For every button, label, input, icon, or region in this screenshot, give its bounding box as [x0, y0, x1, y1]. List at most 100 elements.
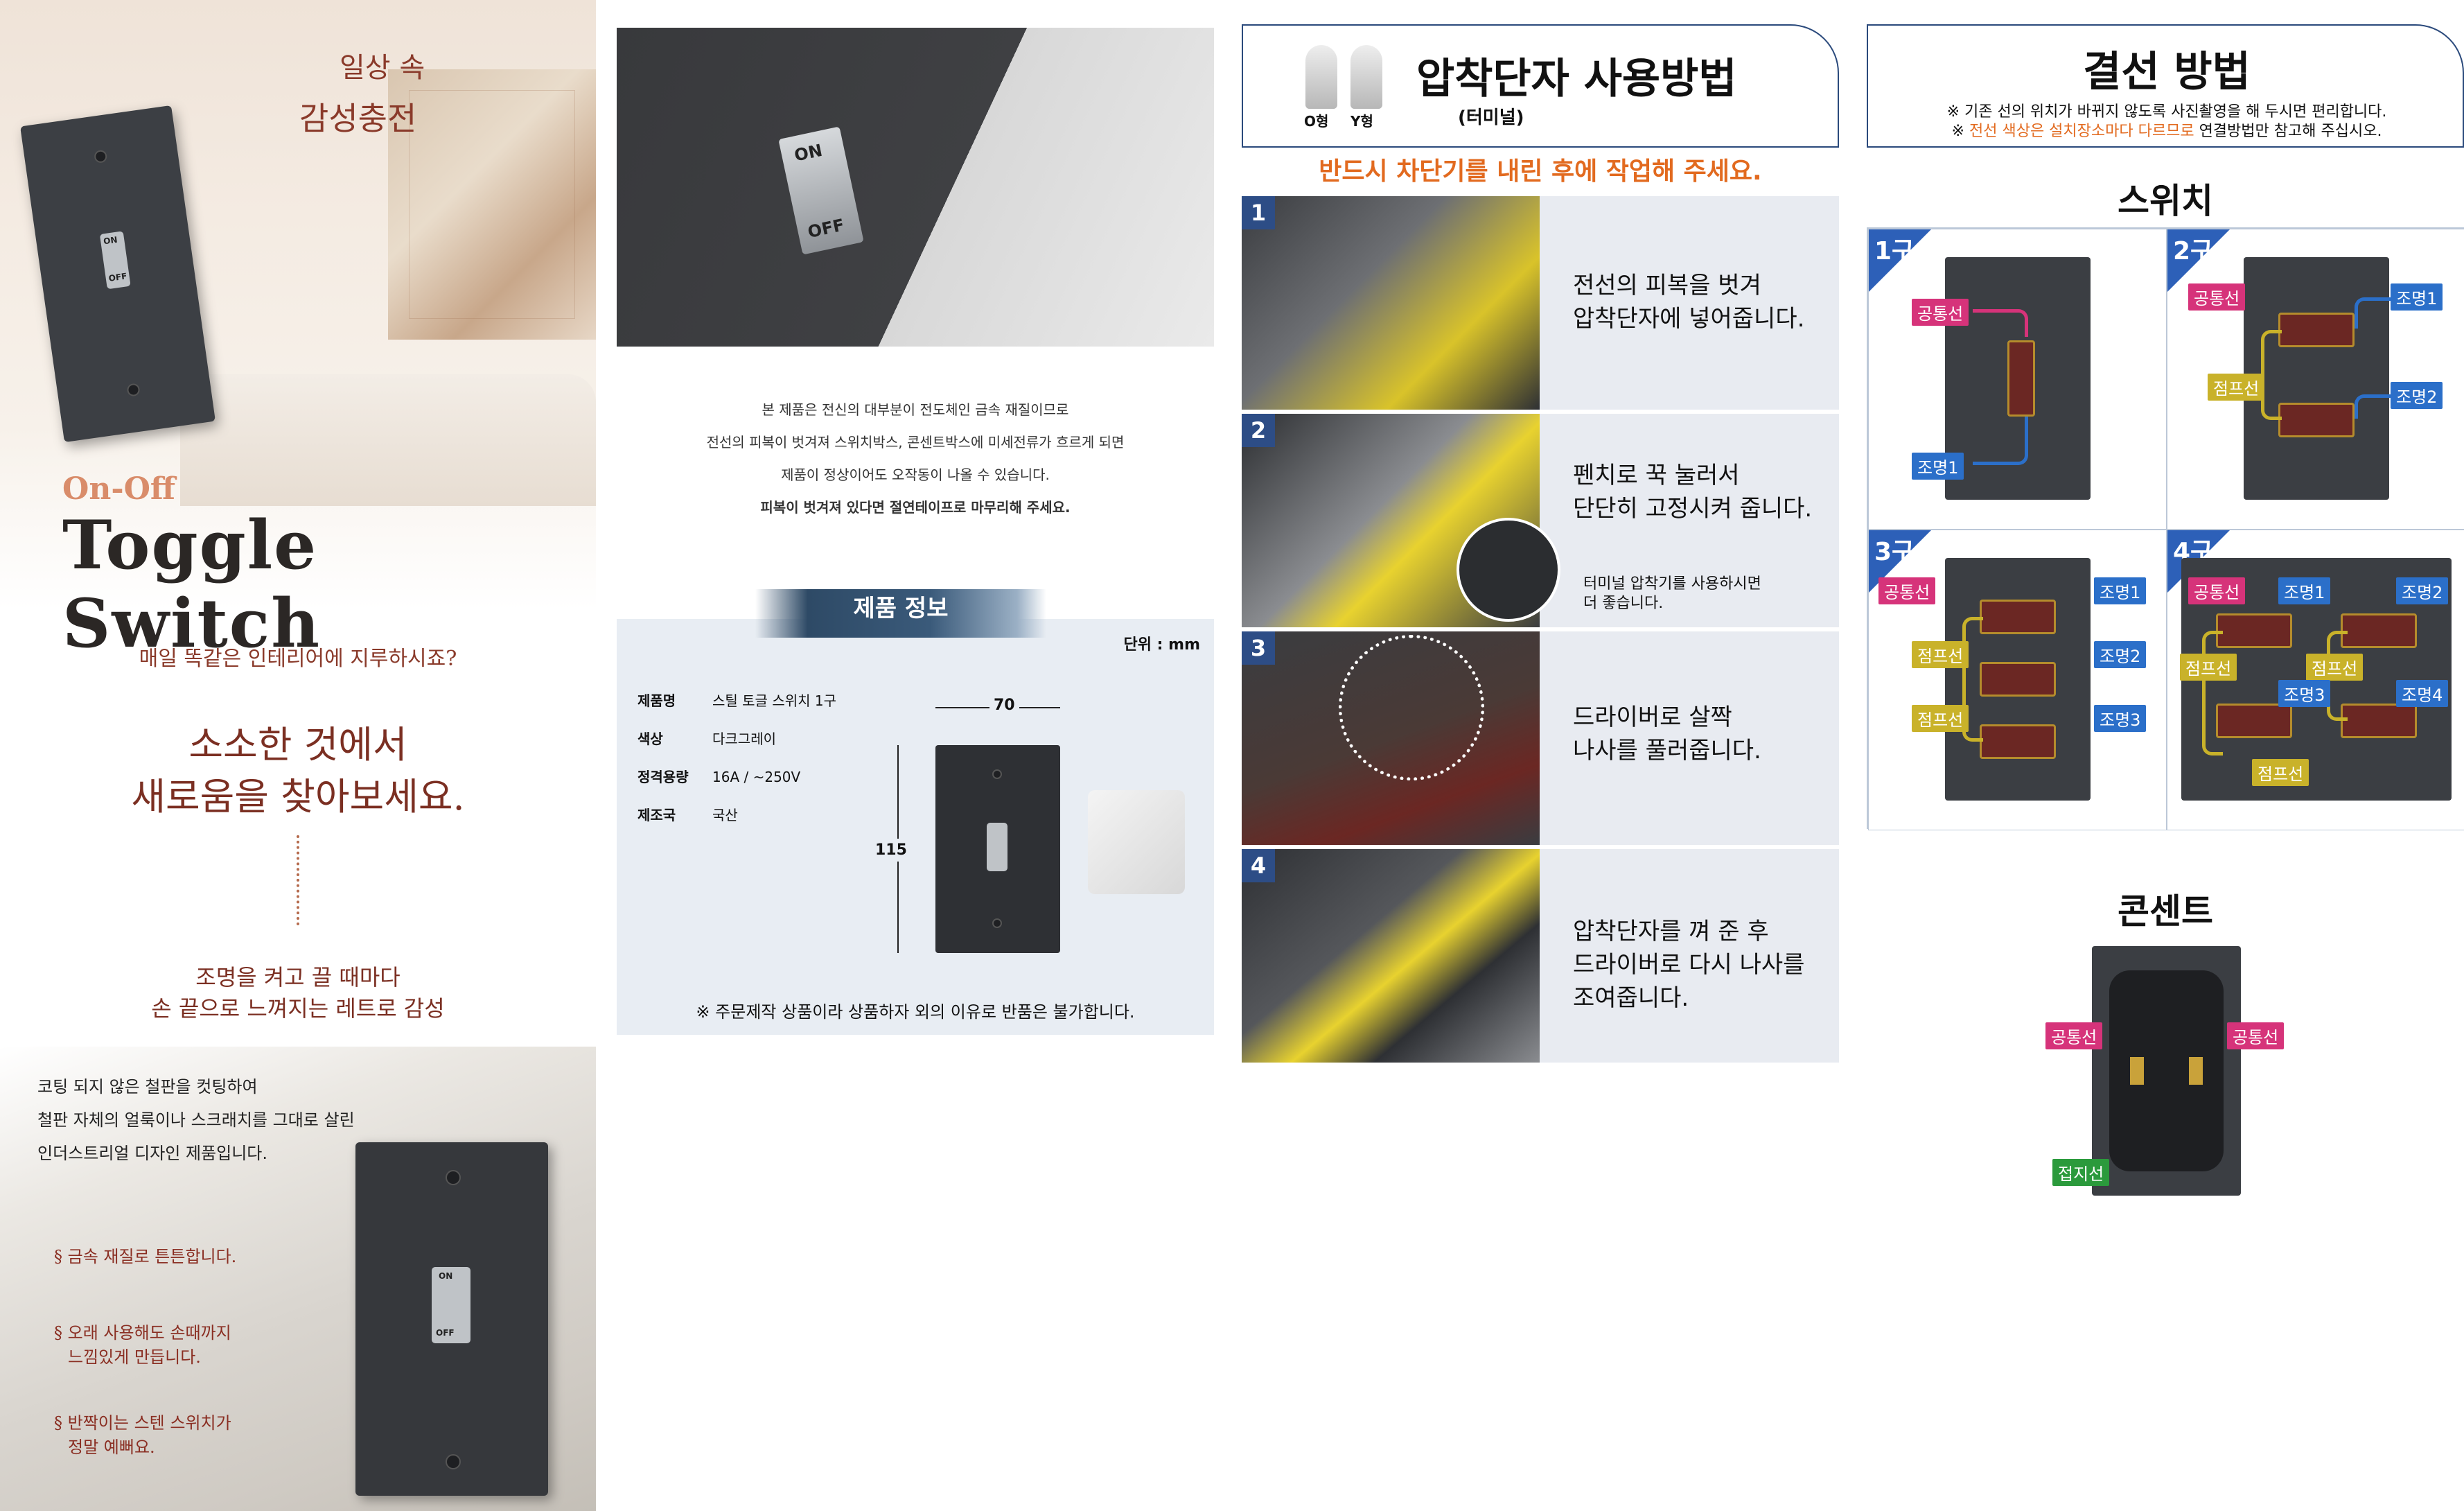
highlight-circle: [1339, 635, 1484, 780]
gang-2-diagram: 2구 공통선 점프선 조명1 조명2: [2167, 229, 2464, 530]
screw-bag-image: [1088, 790, 1185, 894]
gang-label: 2구: [2173, 237, 2214, 265]
switch-mechanism: [2278, 403, 2355, 437]
light-2-tag: 조명2: [2094, 641, 2147, 668]
gang-4-diagram: 4구 공통선 조명1 조명2 점프선 점프선 조명3 조명4 점프선: [2167, 530, 2464, 830]
tagline-1: 일상 속: [340, 52, 425, 84]
light-wire: [2355, 394, 2396, 419]
notice-line-bold: 피복이 벗겨져 있다면 절연테이프로 마무리해 주세요.: [760, 499, 1071, 516]
notice-line: 본 제품은 전신의 대부분이 전도체인 금속 재질이므로: [762, 401, 1069, 418]
feature-item: § 금속 재질로 튼튼합니다.: [54, 1247, 237, 1266]
product-info-column: ON OFF 본 제품은 전신의 대부분이 전도체인 금속 재질이므로 전선의 …: [617, 0, 1214, 1511]
spec-value: 16A / ~250V: [712, 769, 801, 785]
outlet-terminal: [2189, 1057, 2203, 1085]
common-wire-tag: 공통선: [1878, 577, 1936, 604]
light-3-tag: 조명3: [2094, 705, 2147, 732]
common-wire-tag: 공통선: [2188, 283, 2246, 311]
step-text-line: 펜치로 꾹 눌러서: [1573, 462, 1740, 489]
spec-key: 제품명: [637, 692, 676, 709]
light-2-tag: 조명2: [2391, 382, 2443, 409]
step-number: 2: [1242, 414, 1275, 447]
description-line: 철판 자체의 얼룩이나 스크래치를 그대로 살린: [37, 1110, 355, 1130]
step-text-line: 압착단자에 넣어줍니다.: [1573, 305, 1805, 333]
page-title: Toggle Switch: [62, 506, 322, 663]
description-line: 코팅 되지 않은 철판을 컷팅하여: [37, 1077, 258, 1097]
terminal-subtitle: (터미널): [1458, 107, 1524, 128]
terminal-header: O형 Y형 압착단자 사용방법 (터미널): [1242, 24, 1839, 148]
step-text: 전선의 피복을 벗겨 압착단자에 넣어줍니다.: [1573, 269, 1804, 335]
jumper-wire-tag: 점프선: [1912, 705, 1969, 732]
width-value: 70: [989, 697, 1019, 714]
light-wire: [2355, 297, 2396, 329]
switch-mechanism: [2278, 313, 2355, 347]
feature-item-cont: 정말 예뻐요.: [68, 1438, 155, 1457]
subtitle: On-Off: [62, 471, 176, 507]
light-1-tag: 조명1: [2391, 283, 2443, 311]
switch-mechanism: [2216, 704, 2292, 738]
step-note-line: 터미널 압착기를 사용하시면: [1583, 575, 1761, 593]
screw-icon: [992, 769, 1002, 779]
crimper-inset-photo: [1457, 518, 1560, 622]
toggle-switch-icon: [987, 823, 1007, 871]
light-2-tag: 조명2: [2396, 577, 2449, 604]
outlet-receptacle: [2109, 970, 2224, 1171]
switch-mechanism: [2007, 340, 2035, 417]
switch-plate-photo: ON OFF: [20, 105, 215, 443]
jumper-wire-tag: 점프선: [2252, 759, 2309, 786]
spec-key: 색상: [637, 731, 663, 747]
toggle-switch-icon: ON OFF: [432, 1267, 470, 1343]
feature-item: § 오래 사용해도 손때까지: [54, 1323, 231, 1343]
safety-warning: 반드시 차단기를 내린 후에 작업해 주세요.: [1319, 157, 1762, 186]
step-4: 4 압착단자를 껴 준 후 드라이버로 다시 나사를 조여줍니다.: [1242, 849, 1839, 1063]
notice-line: 제품이 정상이어도 오작동이 나올 수 있습니다.: [781, 466, 1050, 483]
wiring-note-2: ※ 전선 색상은 설치장소마다 다르므로 연결방법만 참고해 주십시오.: [1868, 119, 2464, 141]
step-photo: [1242, 196, 1540, 410]
headline-1: 소소한 것에서: [188, 723, 407, 767]
switch-on-label: ON: [103, 234, 118, 247]
light-wire-tag: 조명1: [1912, 453, 1964, 480]
light-1-tag: 조명1: [2278, 577, 2331, 604]
question-text: 매일 똑같은 인테리어에 지루하시죠?: [139, 647, 457, 671]
screw-icon: [446, 1454, 461, 1469]
common-wire-tag: 공통선: [1912, 299, 1969, 326]
terminal-title: 압착단자 사용방법: [1416, 55, 1737, 103]
switch-mechanism: [2341, 704, 2417, 738]
switch-mechanism: [1980, 662, 2056, 697]
gang-3-diagram: 3구 공통선 점프선 점프선 조명1 조명2 조명3: [1868, 530, 2167, 830]
feature-item-cont: 느낌있게 만듭니다.: [68, 1347, 201, 1367]
unit-label: 단위 : mm: [1123, 636, 1200, 654]
step-number: 4: [1242, 849, 1275, 882]
toggle-switch-icon: ON OFF: [99, 231, 131, 290]
step-number: 1: [1242, 196, 1275, 229]
dotted-divider: [297, 835, 299, 925]
gang-label: 1구: [1874, 237, 1915, 265]
spec-key: 제조국: [637, 807, 676, 823]
light-3-tag: 조명3: [2278, 680, 2331, 707]
spec-key: 정격용량: [637, 769, 689, 785]
retro-text-1: 조명을 켜고 끌 때마다: [195, 964, 401, 990]
wiring-column: 결선 방법 ※ 기존 선의 위치가 바뀌지 않도록 사진촬영을 해 두시면 편리…: [1867, 0, 2464, 1511]
y-terminal-icon: [1350, 45, 1382, 109]
spec-value: 스틸 토글 스위치 1구: [712, 692, 836, 709]
o-terminal-label: O형: [1304, 113, 1329, 130]
outlet-plate: [2092, 946, 2241, 1196]
step-note: 터미널 압착기를 사용하시면 더 좋습니다.: [1583, 575, 1761, 613]
step-text-line: 단단히 고정시켜 줍니다.: [1573, 495, 1813, 523]
tagline-2: 감성충전: [299, 100, 417, 137]
step-text-line: 드라이버로 다시 나사를: [1573, 951, 1805, 979]
light-wire: [1973, 417, 2028, 465]
gang-1-diagram: 1구 공통선 조명1: [1868, 229, 2167, 530]
step-text: 드라이버로 살짝 나사를 풀러줍니다.: [1573, 701, 1761, 767]
switch-mechanism: [1980, 724, 2056, 759]
spec-value: 다크그레이: [712, 731, 776, 747]
height-value: 115: [875, 839, 907, 862]
step-text: 펜치로 꾹 눌러서 단단히 고정시켜 줍니다.: [1573, 459, 1812, 525]
toggle-switch-icon: ON OFF: [778, 126, 864, 255]
wall-painting: [388, 69, 596, 340]
terminal-usage-column: O형 Y형 압착단자 사용방법 (터미널) 반드시 차단기를 내린 후에 작업해…: [1242, 0, 1839, 1511]
hand-toggle-photo: ON OFF: [617, 28, 1214, 347]
switch-mechanism: [2341, 613, 2417, 648]
common-wire: [1973, 309, 2028, 337]
switch-off-label: OFF: [806, 215, 847, 242]
screw-icon: [94, 149, 108, 164]
